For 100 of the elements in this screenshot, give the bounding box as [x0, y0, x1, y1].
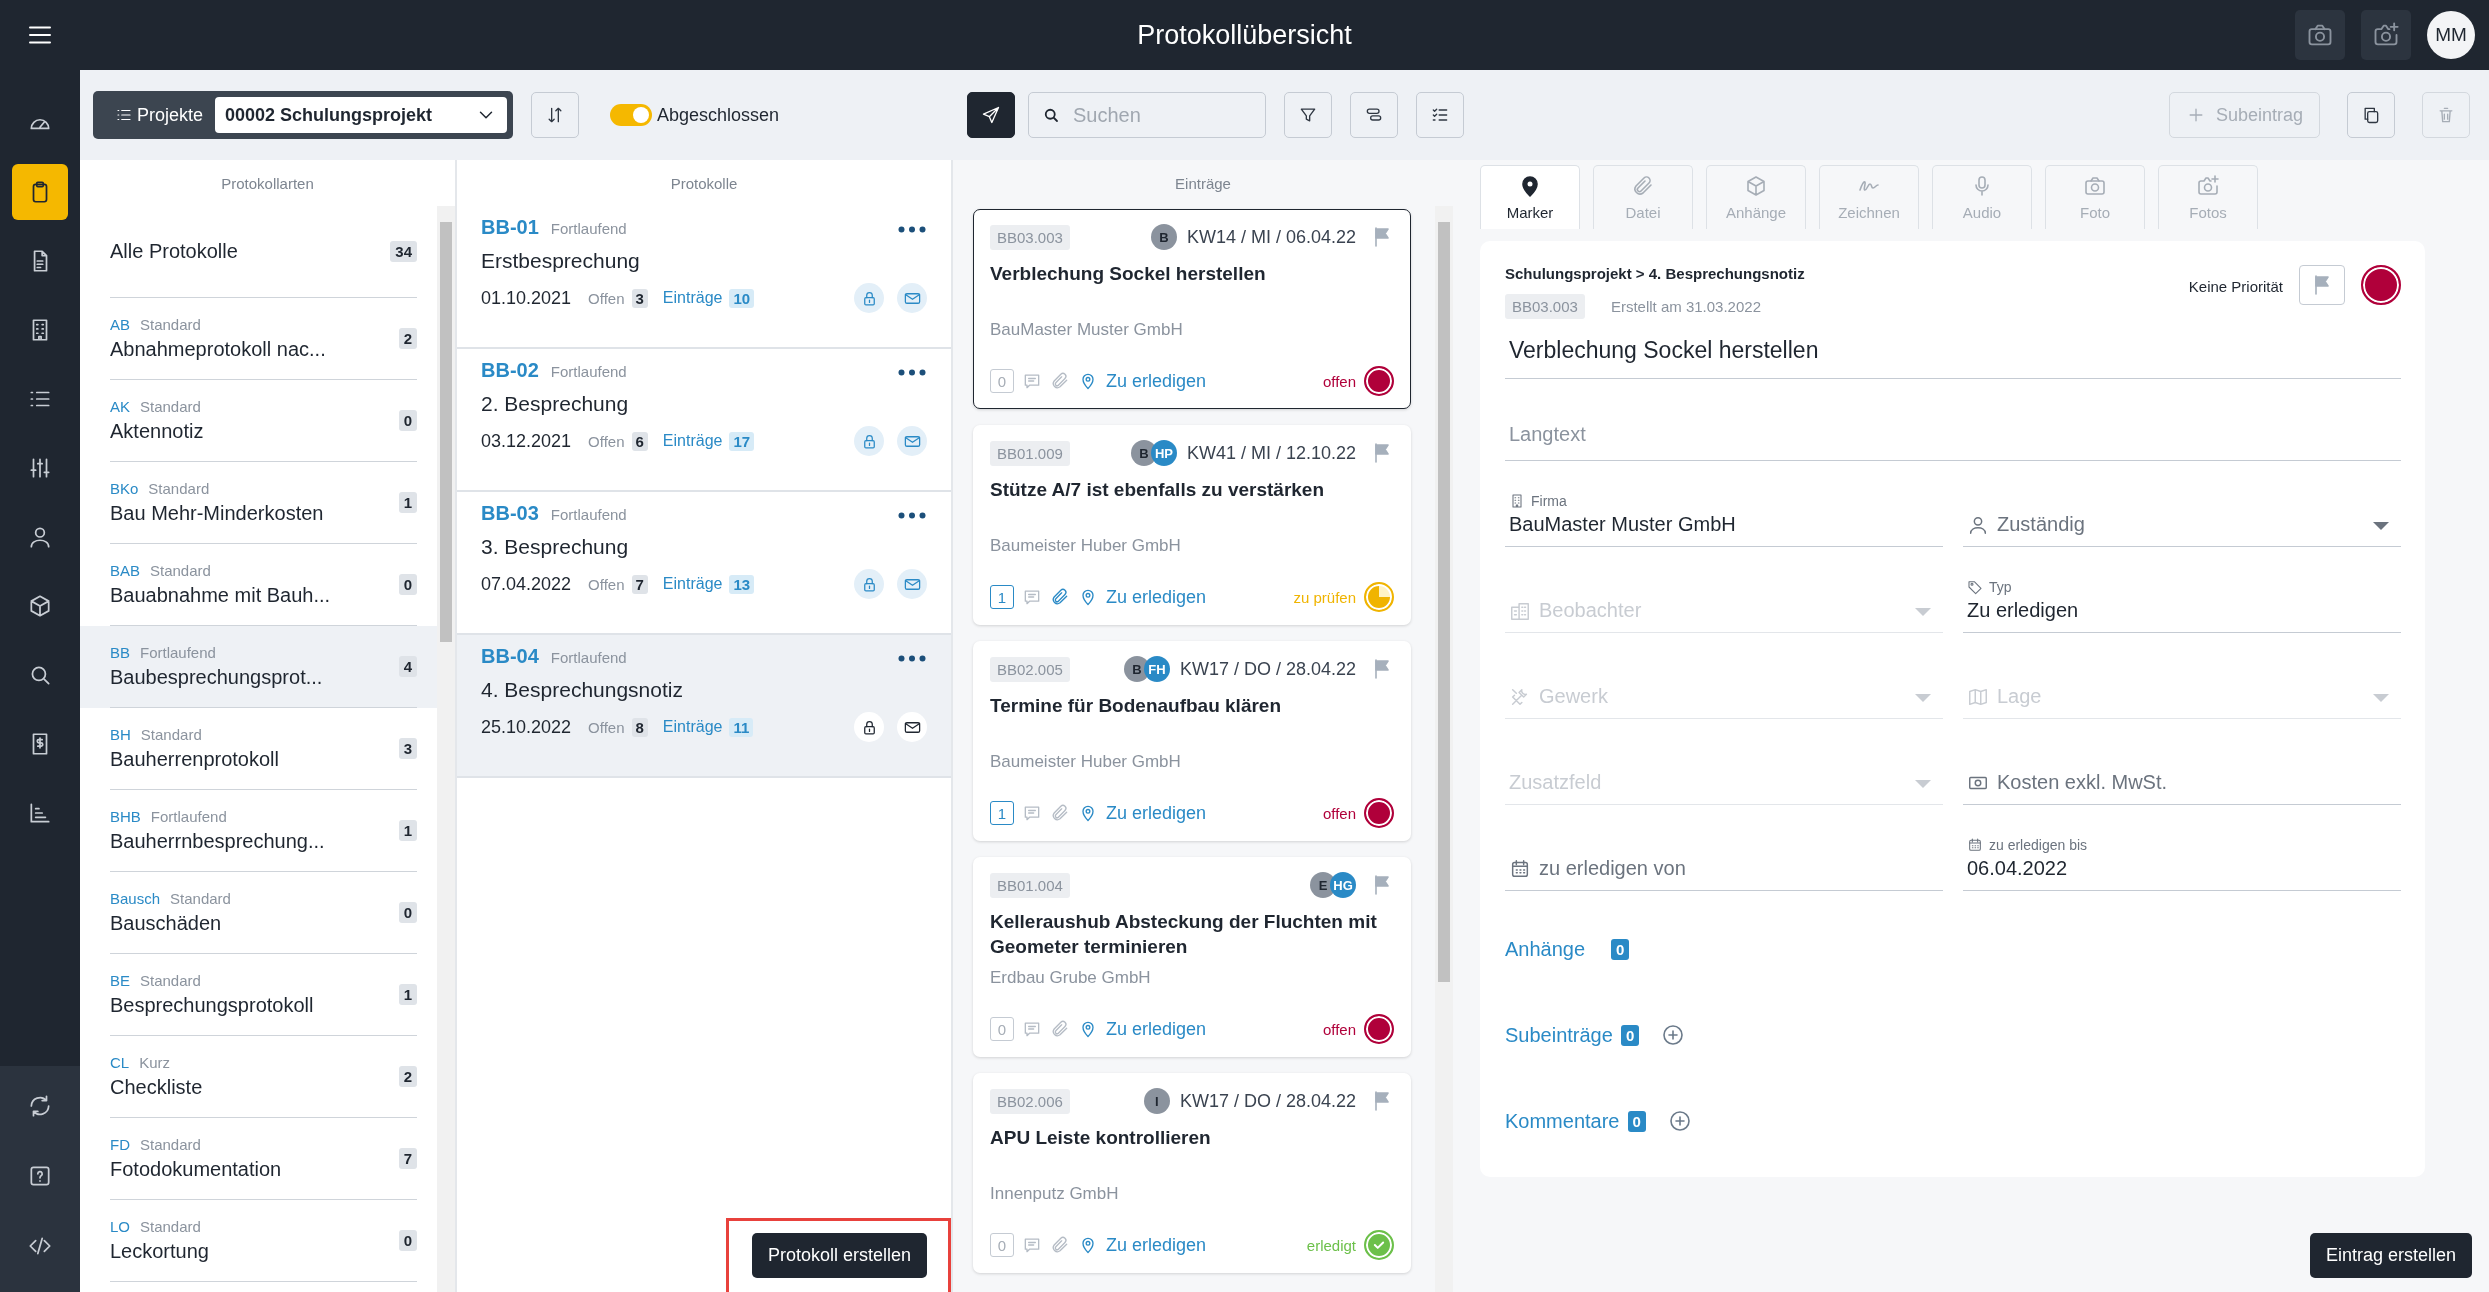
protocol-type-name: Fotodokumentation: [110, 1158, 283, 1181]
form-field[interactable]: Kosten exkl. MwSt.: [1963, 719, 2401, 805]
plus-circle-icon[interactable]: [1661, 1023, 1686, 1047]
protocol-type-name: Bauschäden: [110, 912, 223, 935]
paperclip-icon: [1050, 371, 1070, 391]
protocol-type-item[interactable]: Bausch Standard Bauschäden 0: [80, 872, 437, 954]
section-link[interactable]: Anhänge: [1505, 937, 1586, 961]
protocol-type-item[interactable]: AB Standard Abnahmeprotokoll nac... 2: [80, 298, 437, 380]
form-field[interactable]: Firma BauMaster Muster GmbH: [1505, 461, 1943, 547]
entry-card[interactable]: BB03.003 B KW14 / MI / 06.04.22 Verblechung Sockel herstellen BauMaster Muster GmbH 0 Zu erledigen offen: [973, 209, 1411, 409]
entry-type-link[interactable]: Zu erledigen: [1106, 802, 1207, 824]
entry-number: BB01.004: [990, 872, 1070, 898]
entry-card[interactable]: BB02.005 B FH KW17 / DO / 28.04.22 Termine für Bodenaufbau klären Baumeister Huber GmbH 1 Zu erledigen offen: [973, 641, 1411, 841]
caret-icon: [1915, 608, 1931, 616]
user-avatar[interactable]: MM: [2427, 11, 2475, 59]
section-link[interactable]: Kommentare: [1505, 1109, 1620, 1133]
protocol-item[interactable]: BB-04 Fortlaufend 4. Besprechungsnotiz 25.10.2022 Offen 8 Einträge 11: [457, 635, 951, 778]
more-button[interactable]: [897, 368, 927, 377]
group-button[interactable]: [1350, 92, 1398, 138]
camera-button[interactable]: [2295, 10, 2345, 60]
entry-type-link[interactable]: Zu erledigen: [1106, 586, 1207, 608]
field-placeholder: Kosten exkl. MwSt.: [1967, 771, 2168, 794]
entry-card[interactable]: BB01.009 B HP KW41 / MI / 12.10.22 Stütze A/7 ist ebenfalls zu verstärken Baumeister Huber GmbH 1 Zu erledigen zu prüfen: [973, 425, 1411, 625]
more-icon: [897, 511, 927, 520]
longtext-field[interactable]: Langtext: [1505, 379, 2401, 461]
cube-icon: [1744, 174, 1768, 198]
assignee-avatar: FH: [1143, 656, 1170, 682]
lock-button[interactable]: [854, 712, 884, 742]
entry-card[interactable]: BB02.006 I KW17 / DO / 28.04.22 APU Leiste kontrollieren Innenputz GmbH 0 Zu erledigen erledigt: [973, 1073, 1411, 1273]
section-link[interactable]: Subeinträge: [1505, 1023, 1613, 1047]
protocol-item[interactable]: BB-01 Fortlaufend Erstbesprechung 01.10.2021 Offen 3 Einträge 10: [457, 206, 951, 349]
protocol-type-item[interactable]: BKo Standard Bau Mehr-Minderkosten 1: [80, 462, 437, 544]
checklist-button[interactable]: [1416, 92, 1464, 138]
open-label: Offen: [588, 718, 625, 736]
protocol-type-item[interactable]: LO Standard Leckortung 0: [80, 1200, 437, 1282]
entries-link[interactable]: Einträge: [662, 575, 723, 593]
type-code: BAB: [110, 562, 140, 579]
protocol-item[interactable]: BB-02 Fortlaufend 2. Besprechung 03.12.2021 Offen 6 Einträge 17: [457, 349, 951, 492]
form-field[interactable]: zu erledigen bis 06.04.2022: [1963, 805, 2401, 891]
sort-button[interactable]: [531, 92, 579, 138]
create-protocol-button[interactable]: Protokoll erstellen: [751, 1233, 927, 1278]
status-dot[interactable]: [2361, 265, 2401, 305]
status-pie-dot[interactable]: [1364, 582, 1394, 612]
nav-item[interactable]: [12, 164, 68, 220]
protocol-type-item[interactable]: CL Kurz Checkliste 2: [80, 1036, 437, 1118]
scrollbar[interactable]: [1435, 206, 1453, 1292]
entry-number: BB02.006: [990, 1088, 1070, 1114]
plus-circle-icon[interactable]: [1667, 1109, 1692, 1133]
open-count: 8: [631, 717, 648, 737]
open-count: 3: [631, 288, 648, 308]
breadcrumb: Schulungsprojekt > 4. Besprechungsnotiz: [1505, 265, 1806, 282]
form-field[interactable]: zu erledigen von: [1505, 805, 1943, 891]
protocol-type-item[interactable]: Alle Protokolle 34: [80, 206, 437, 298]
protocol-type-name: Abnahmeprotokoll nac...: [110, 338, 327, 361]
protocol-type-item[interactable]: AK Standard Aktennotiz 0: [80, 380, 437, 462]
entry-title: Termine für Bodenaufbau klären: [990, 694, 1283, 718]
send-button[interactable]: [967, 92, 1015, 138]
search-field[interactable]: Suchen: [1028, 92, 1266, 138]
protocol-type-item[interactable]: BH Standard Bauherrenprotokoll 3: [80, 708, 437, 790]
closed-toggle[interactable]: [610, 104, 652, 126]
entry-number: BB03.003: [1505, 294, 1585, 319]
sub-entry-count: 0: [990, 1233, 1014, 1257]
count-badge: 1: [398, 984, 417, 1005]
entry-type-link[interactable]: Zu erledigen: [1106, 1234, 1207, 1256]
status-check-icon[interactable]: [1364, 1230, 1394, 1260]
mail-button[interactable]: [897, 712, 927, 742]
more-button[interactable]: [897, 225, 927, 234]
entries-link[interactable]: Einträge: [662, 432, 723, 450]
form-field[interactable]: Zuständig: [1963, 461, 2401, 547]
title-field[interactable]: Verblechung Sockel herstellen: [1505, 323, 2401, 379]
more-button[interactable]: [897, 511, 927, 520]
status-dot[interactable]: [1364, 1014, 1394, 1044]
project-dropdown[interactable]: 00002 Schulungsprojekt: [215, 97, 507, 133]
more-button[interactable]: [897, 654, 927, 663]
project-selector[interactable]: Projekte 00002 Schulungsprojekt: [93, 91, 513, 139]
entry-type-link[interactable]: Zu erledigen: [1106, 370, 1207, 392]
media-tab[interactable]: Marker: [1480, 165, 1580, 229]
entry-card[interactable]: BB01.004 E HG Kelleraushub Absteckung der Fluchten mit Geometer terminieren Erdbau Grube GmbH 0 Zu erledigen offen: [973, 857, 1411, 1057]
protocol-type-item[interactable]: BB Fortlaufend Baubesprechungsprot... 4: [80, 626, 437, 708]
entry-title: APU Leiste kontrollieren: [990, 1126, 1212, 1150]
status-label: offen: [1322, 1020, 1356, 1038]
protocol-date: 03.12.2021: [481, 430, 572, 452]
entry-type-link[interactable]: Zu erledigen: [1106, 1018, 1207, 1040]
status-dot[interactable]: [1364, 798, 1394, 828]
add-photo-button[interactable]: [2361, 10, 2411, 60]
entries-link[interactable]: Einträge: [662, 289, 723, 307]
field-label: Typ: [1967, 579, 2397, 595]
protocol-type-item[interactable]: BHB Fortlaufend Bauherrnbesprechung... 1: [80, 790, 437, 872]
company-name: Baumeister Huber GmbH: [990, 752, 1182, 772]
copy-button[interactable]: [2347, 92, 2395, 138]
protocol-type-name: Alle Protokolle: [110, 240, 239, 263]
protocol-type-name: Bauherrnbesprechung...: [110, 830, 326, 853]
form-field[interactable]: Typ Zu erledigen: [1963, 547, 2401, 633]
count-badge: 1: [398, 492, 417, 513]
scrollbar[interactable]: [437, 206, 455, 1292]
protocol-type-item[interactable]: BE Standard Besprechungsprotokoll 1: [80, 954, 437, 1036]
protocol-type-item[interactable]: FD Standard Fotodokumentation 7: [80, 1118, 437, 1200]
status-dot[interactable]: [1364, 366, 1394, 396]
create-entry-button[interactable]: Eintrag erstellen: [2309, 1233, 2472, 1278]
filter-button[interactable]: [1284, 92, 1332, 138]
